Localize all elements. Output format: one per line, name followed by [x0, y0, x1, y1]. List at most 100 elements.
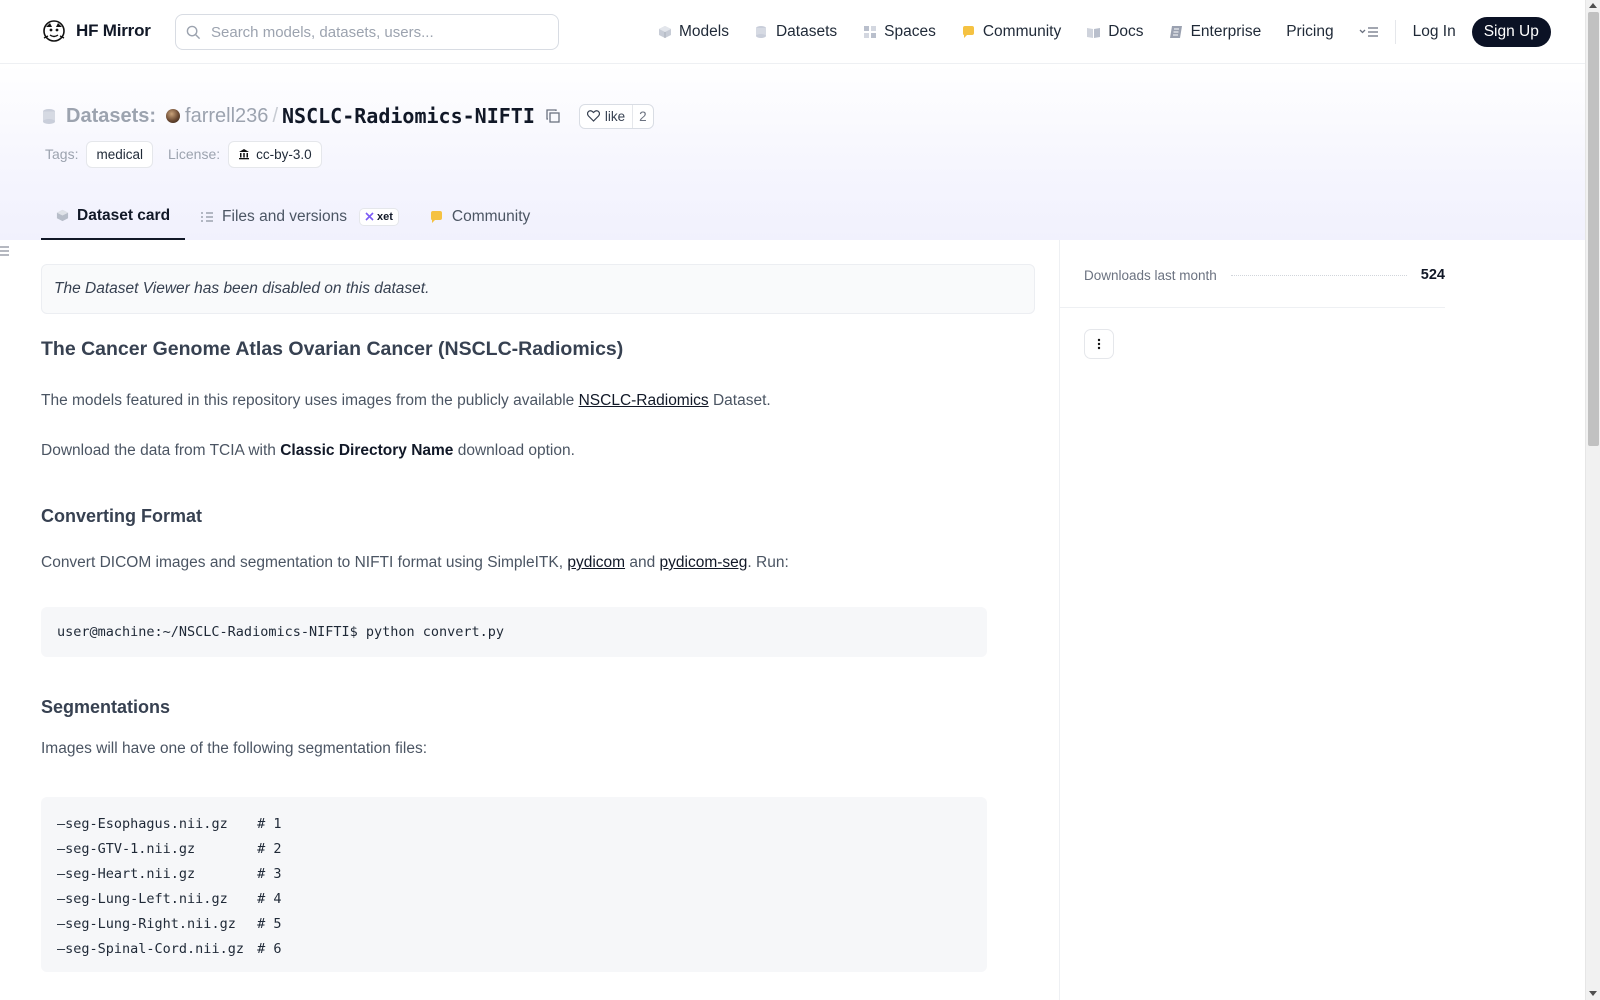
repo-title-row: Datasets: farrell236 / NSCLC-Radiomics-N… [42, 101, 654, 131]
top-navigation-bar: HF Mirror Models Datasets Spaces [0, 0, 1585, 64]
owner-avatar [166, 109, 181, 123]
seg-bullet: — [57, 940, 66, 957]
like-button[interactable]: like 2 [578, 103, 654, 129]
nav-pricing-link[interactable]: Pricing [1286, 23, 1333, 41]
seg-file-line: — seg-Lung-Left.nii.gz # 4 [57, 886, 971, 911]
seg-file-label: # 6 [257, 940, 282, 957]
seg-file-name: seg-Lung-Left.nii.gz [65, 890, 228, 907]
heart-icon [586, 110, 600, 122]
seg-file-name: seg-Spinal-Cord.nii.gz [65, 940, 244, 957]
intro-text-end: Dataset. [708, 392, 771, 409]
seg-bullet: — [57, 840, 66, 857]
nav-docs-link[interactable]: Docs [1086, 23, 1144, 41]
nav-enterprise-label: Enterprise [1190, 23, 1262, 40]
repo-type-link[interactable]: Datasets: [66, 105, 156, 128]
brand-home-link[interactable]: HF Mirror [41, 18, 151, 44]
pydicom-link[interactable]: pydicom [567, 554, 625, 571]
nav-links: Models Datasets Spaces Community Docs En… [657, 17, 1551, 47]
community-bubble-icon [430, 210, 442, 223]
downloads-dotted-leader [1230, 274, 1407, 276]
seg-file-label: # 3 [257, 865, 282, 882]
scroll-down-arrow-icon[interactable] [1589, 991, 1597, 996]
tab-files-label: Files and versions [222, 207, 347, 225]
seg-file-label: # 1 [257, 815, 282, 832]
nav-divider [1394, 20, 1396, 44]
seg-file-label: # 5 [257, 915, 282, 932]
downloads-value: 524 [1420, 267, 1445, 283]
intro-text-start: The models featured in this repository u… [41, 392, 579, 409]
nav-models-link[interactable]: Models [657, 23, 729, 41]
repo-tabs: Dataset card Files and versions xet Comm… [41, 193, 545, 240]
search-box[interactable] [175, 14, 559, 50]
nav-models-label: Models [679, 23, 729, 40]
convert-text-start: Convert DICOM images and segmentation to… [41, 554, 568, 571]
pydicom-seg-link[interactable]: pydicom-seg [660, 554, 748, 571]
segmentations-heading: Segmentations [41, 697, 171, 717]
models-cube-icon [657, 25, 672, 40]
seg-file-label: # 2 [257, 840, 282, 857]
sidebar-divider [1060, 307, 1445, 308]
seg-file-name: seg-Esophagus.nii.gz [65, 815, 228, 832]
seg-bullet: — [57, 915, 66, 932]
seg-file-line: — seg-Lung-Right.nii.gz # 5 [57, 911, 971, 936]
card-heading: The Cancer Genome Atlas Ovarian Cancer (… [41, 338, 624, 360]
scroll-thumb[interactable] [1588, 12, 1599, 446]
community-bubble-icon [961, 25, 976, 40]
nav-community-label: Community [982, 23, 1062, 40]
nav-enterprise-link[interactable]: Enterprise [1169, 23, 1262, 41]
license-tag[interactable]: cc-by-3.0 [228, 140, 322, 168]
nav-datasets-link[interactable]: Datasets [754, 23, 837, 41]
repo-path-separator: / [272, 104, 278, 127]
seg-bullet: — [57, 815, 66, 832]
xet-badge: xet [358, 207, 399, 226]
download-text-start: Download the data from TCIA with [41, 442, 281, 459]
tab-community[interactable]: Community [414, 193, 545, 240]
table-of-contents-toggle-icon[interactable] [0, 245, 10, 257]
more-options-button[interactable] [1084, 329, 1114, 359]
convert-text-mid: and [625, 554, 660, 571]
kebab-menu-icon [1097, 338, 1101, 350]
repo-owner-link[interactable]: farrell236 [185, 105, 268, 128]
download-text-end: download option. [453, 442, 575, 459]
convert-command-codeblock: user@machine:~/NSCLC-Radiomics-NIFTI$ py… [41, 607, 987, 657]
search-input[interactable] [211, 23, 541, 41]
page-scrollbar[interactable] [1585, 0, 1600, 1000]
like-button-main[interactable]: like [580, 104, 634, 128]
login-link[interactable]: Log In [1413, 23, 1456, 41]
repo-header: Datasets: farrell236 / NSCLC-Radiomics-N… [0, 65, 1585, 240]
nsclc-radiomics-link[interactable]: NSCLC-Radiomics [579, 392, 709, 409]
downloads-last-month: Downloads last month 524 [1084, 264, 1445, 286]
scroll-up-arrow-icon[interactable] [1589, 3, 1597, 8]
license-value: cc-by-3.0 [256, 146, 312, 162]
brand-name: HF Mirror [76, 21, 151, 40]
seg-bullet: — [57, 890, 66, 907]
xet-icon [365, 212, 374, 221]
nav-spaces-link[interactable]: Spaces [862, 23, 936, 41]
dataset-db-icon [43, 108, 55, 124]
tab-dataset-card[interactable]: Dataset card [41, 193, 186, 240]
copy-icon[interactable] [545, 108, 561, 124]
download-paragraph: Download the data from TCIA with Classic… [41, 442, 575, 460]
more-menu-button[interactable] [1359, 26, 1379, 38]
tag-medical[interactable]: medical [86, 140, 153, 168]
signup-button[interactable]: Sign Up [1471, 17, 1551, 47]
dataset-card-content: The Dataset Viewer has been disabled on … [41, 264, 1035, 972]
spaces-grid-icon [862, 25, 877, 40]
datasets-db-icon [754, 25, 769, 40]
like-count[interactable]: 2 [633, 105, 653, 128]
tab-files-and-versions[interactable]: Files and versions xet [185, 193, 414, 240]
seg-file-name: seg-GTV-1.nii.gz [65, 840, 196, 857]
classic-directory-name-bold: Classic Directory Name [280, 442, 454, 459]
repo-name-link[interactable]: NSCLC-Radiomics-NIFTI [282, 104, 535, 128]
docs-book-icon [1086, 25, 1101, 40]
seg-file-name: seg-Heart.nii.gz [65, 865, 196, 882]
convert-text-end: . Run: [747, 554, 789, 571]
seg-file-line: — seg-Heart.nii.gz # 3 [57, 861, 971, 886]
files-list-icon [201, 211, 214, 222]
seg-file-line: — seg-Spinal-Cord.nii.gz # 6 [57, 936, 971, 961]
convert-command: user@machine:~/NSCLC-Radiomics-NIFTI$ py… [57, 624, 505, 640]
nav-community-link[interactable]: Community [961, 23, 1061, 41]
enterprise-icon [1169, 25, 1184, 40]
intro-paragraph: The models featured in this repository u… [41, 392, 771, 410]
nav-pricing-label: Pricing [1286, 23, 1334, 40]
